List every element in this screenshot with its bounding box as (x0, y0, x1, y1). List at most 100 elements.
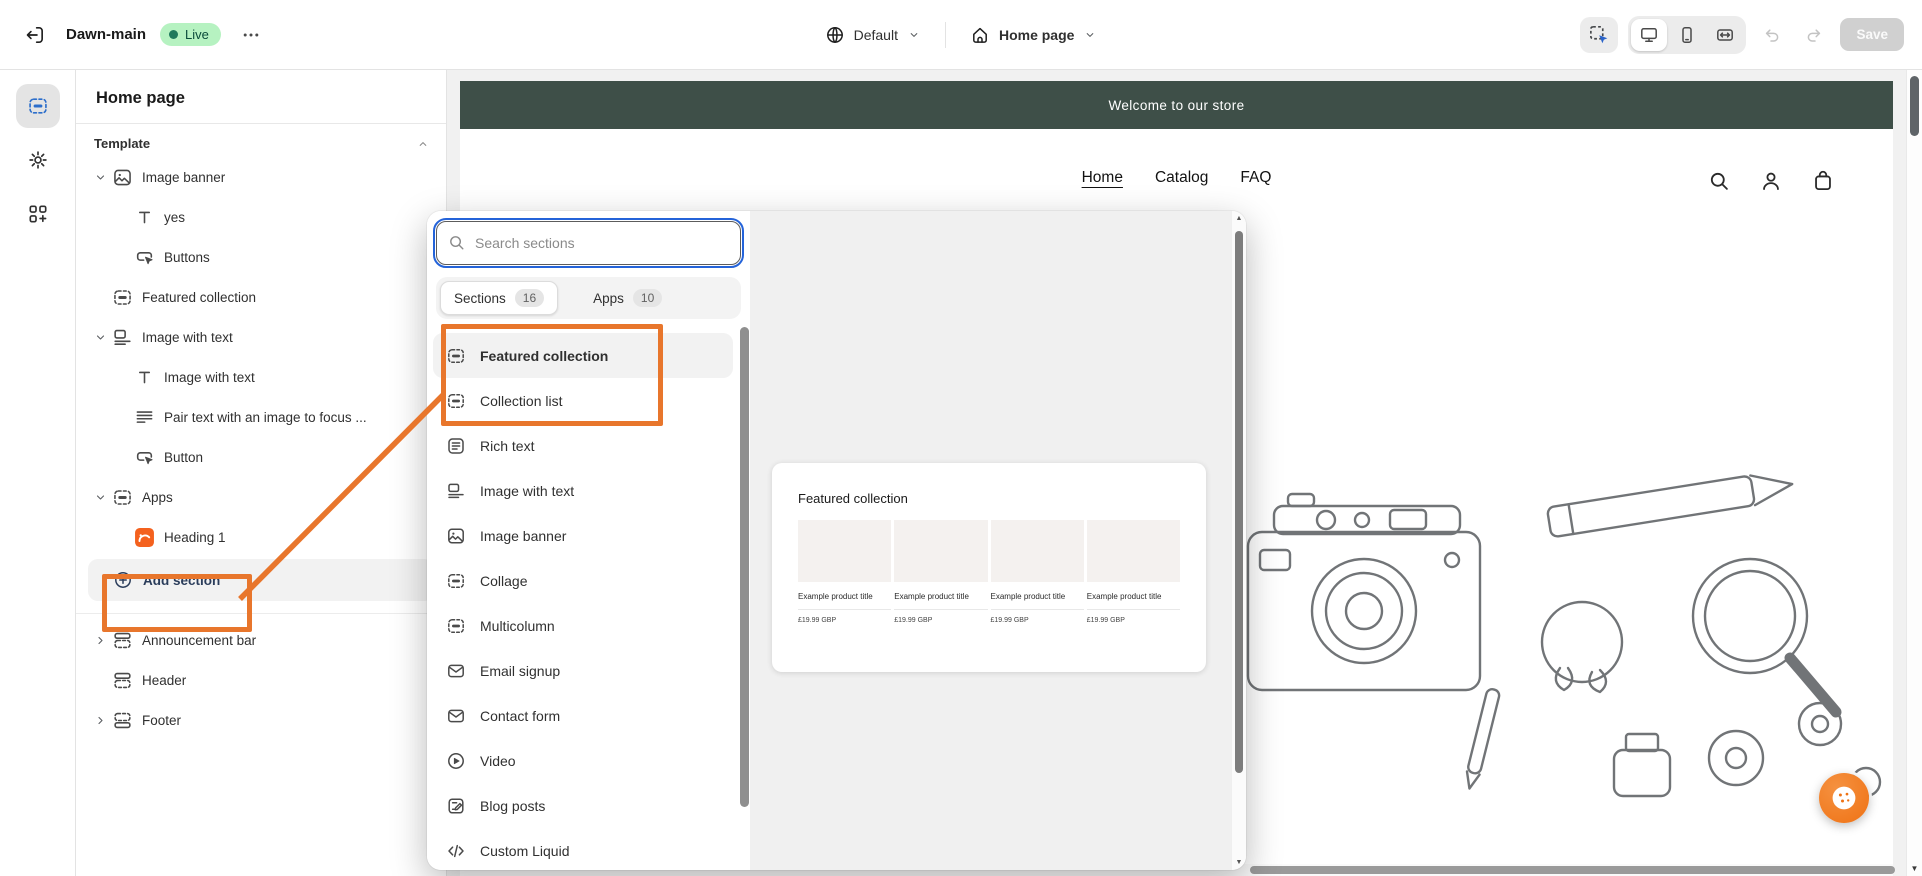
tree-item[interactable]: Image with text (88, 357, 434, 397)
horizontal-scrollbar-thumb[interactable] (1250, 866, 1895, 874)
tree-item[interactable]: Image banner (88, 157, 434, 197)
plus-circle-icon (113, 570, 133, 590)
scrollbar-down-arrow-icon[interactable]: ▼ (1232, 859, 1246, 866)
tree-item-label: Image with text (164, 369, 255, 385)
button-cursor-icon (134, 447, 155, 468)
rail-item-settings-gear[interactable] (16, 138, 60, 182)
window-scrollbar[interactable]: ▼ (1906, 70, 1922, 876)
theme-name: Dawn-main (66, 26, 147, 43)
app-block-icon (134, 527, 155, 548)
tree-item[interactable]: Image with text (88, 317, 434, 357)
list-scrollbar[interactable] (740, 327, 749, 862)
window-scrollbar-thumb[interactable] (1910, 76, 1919, 136)
list-scrollbar-thumb[interactable] (740, 327, 749, 807)
scrollbar-down-arrow-icon[interactable]: ▼ (1907, 864, 1922, 873)
tree-item-label: Apps (142, 489, 173, 505)
tree-item[interactable]: Apps (88, 477, 434, 517)
scrollbar-up-arrow-icon[interactable]: ▲ (1232, 215, 1246, 222)
product-image-placeholder (894, 520, 988, 582)
tree-item[interactable]: Header (88, 660, 434, 700)
blog-icon (446, 796, 466, 816)
exit-editor-button[interactable] (18, 18, 52, 52)
section-option[interactable]: Multicolumn (433, 603, 733, 648)
nav-link-home[interactable]: Home (1082, 169, 1123, 187)
section-option[interactable]: Blog posts (433, 783, 733, 828)
section-option[interactable]: Collage (433, 558, 733, 603)
exit-icon (24, 24, 46, 46)
live-label: Live (185, 27, 209, 42)
locale-selector[interactable]: Default (817, 19, 929, 51)
product-price: £19.99 GBP (990, 617, 1029, 624)
apps-section-icon (112, 487, 133, 508)
search-icon[interactable] (1707, 169, 1731, 193)
section-option[interactable]: Email signup (433, 648, 733, 693)
tree-item[interactable]: Button (88, 437, 434, 477)
section-option[interactable]: Custom Liquid (433, 828, 733, 870)
product-title: Example product title (990, 592, 1066, 601)
nav-link-faq[interactable]: FAQ (1240, 169, 1271, 187)
device-toggle (1628, 15, 1747, 54)
chevron-down-icon[interactable] (88, 330, 112, 345)
tree-item[interactable]: Heading 1 (88, 517, 434, 557)
section-option[interactable]: Featured collection (433, 333, 733, 378)
tree-item[interactable]: Pair text with an image to focus ... (88, 397, 434, 437)
save-button[interactable]: Save (1840, 18, 1905, 51)
section-option[interactable]: Image banner (433, 513, 733, 558)
popup-scrollbar[interactable]: ▲ ▼ (1231, 211, 1246, 870)
tree-item[interactable]: Footer (88, 700, 434, 740)
section-option[interactable]: Contact form (433, 693, 733, 738)
resize-icon (1715, 25, 1735, 45)
chevron-right-icon[interactable] (88, 713, 112, 728)
rail-item-apps[interactable] (16, 192, 60, 236)
tree-item-label: Image banner (142, 169, 226, 185)
tab-sections[interactable]: Sections 16 (440, 281, 559, 315)
section-option[interactable]: Rich text (433, 423, 733, 468)
inspect-button[interactable] (1580, 16, 1619, 53)
activity-rail (0, 70, 76, 876)
section-option-label: Featured collection (480, 347, 609, 364)
undo-button[interactable] (1756, 19, 1788, 51)
page-selector[interactable]: Home page (962, 19, 1105, 51)
chevron-down-icon[interactable] (88, 170, 112, 185)
section-option[interactable]: Collection list (433, 378, 733, 423)
chevron-down-icon (907, 28, 921, 42)
section-option-label: Video (480, 752, 516, 769)
redo-button[interactable] (1798, 19, 1830, 51)
locale-label: Default (853, 26, 898, 43)
chevron-right-icon[interactable] (88, 633, 112, 648)
desktop-view-button[interactable] (1631, 18, 1668, 51)
chevron-down-icon[interactable] (88, 490, 112, 505)
tab-apps[interactable]: Apps 10 (580, 282, 675, 314)
tree-item-label: Header (142, 672, 187, 688)
section-icon (446, 571, 466, 591)
search-sections-input[interactable] (433, 218, 744, 268)
preview-product-tile: Example product title £19.99 GBP (1086, 520, 1180, 624)
tree-item[interactable]: yes (88, 197, 434, 237)
section-option[interactable]: Video (433, 738, 733, 783)
tree-item[interactable]: Featured collection (88, 277, 434, 317)
cart-icon[interactable] (1811, 169, 1835, 193)
preview-product-tile: Example product title £19.99 GBP (798, 520, 892, 624)
rich-text-icon (446, 436, 466, 456)
product-image-placeholder (1086, 520, 1180, 582)
nav-link-catalog[interactable]: Catalog (1155, 169, 1208, 187)
undo-icon (1762, 25, 1782, 45)
popup-scrollbar-thumb[interactable] (1235, 231, 1243, 773)
section-option-label: Multicolumn (480, 617, 555, 634)
popup-tabs: Sections 16 Apps 10 (436, 277, 741, 319)
chevron-down-icon (93, 170, 108, 185)
code-icon (446, 841, 466, 861)
add-section-button[interactable]: Add section (88, 559, 434, 601)
rail-item-sections[interactable] (15, 84, 60, 128)
email-icon (446, 661, 466, 681)
apps-icon (27, 203, 49, 225)
more-actions-button[interactable] (235, 19, 267, 51)
chevron-up-icon[interactable] (416, 137, 430, 151)
fullwidth-view-button[interactable] (1707, 19, 1743, 51)
mobile-view-button[interactable] (1669, 19, 1705, 51)
account-icon[interactable] (1759, 169, 1783, 193)
section-option[interactable]: Image with text (433, 468, 733, 513)
tree-item[interactable]: Announcement bar (88, 620, 434, 660)
cookie-consent-button[interactable] (1819, 773, 1869, 823)
tree-item[interactable]: Buttons (88, 237, 434, 277)
